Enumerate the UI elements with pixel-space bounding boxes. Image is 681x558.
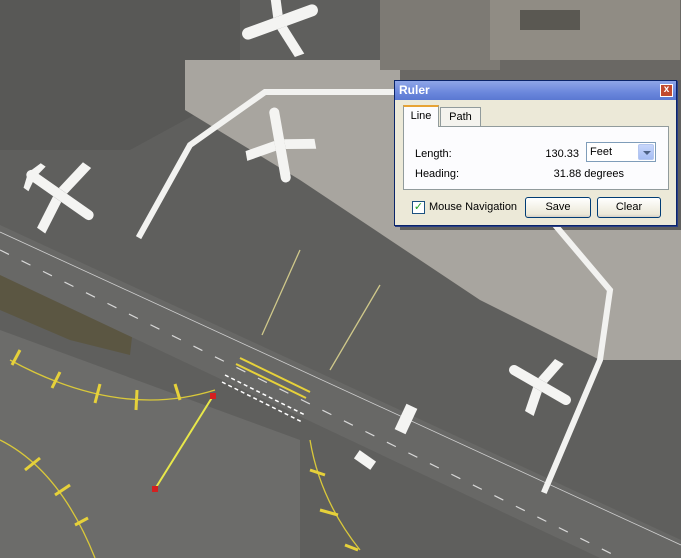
ruler-title: Ruler [399, 83, 430, 97]
unit-select[interactable]: Feet [586, 142, 656, 162]
ruler-title-bar[interactable]: Ruler x [395, 81, 676, 100]
ruler-dialog: Ruler x Line Path Length: 130.33 Feet He… [394, 80, 677, 226]
mouse-navigation-checkbox[interactable]: ✓ [412, 201, 425, 214]
ruler-end-point[interactable] [210, 393, 216, 399]
ruler-start-point[interactable] [152, 486, 158, 492]
tab-path[interactable]: Path [440, 107, 481, 127]
terminal-building [380, 0, 500, 70]
heading-value: 31.88 degrees [553, 168, 624, 180]
close-icon[interactable]: x [660, 84, 673, 97]
mouse-navigation-label[interactable]: Mouse Navigation [429, 201, 517, 213]
ruler-line-panel: Length: 130.33 Feet Heading: 31.88 degre… [403, 126, 669, 190]
chevron-down-icon[interactable] [638, 144, 654, 160]
unit-selected-value: Feet [590, 146, 613, 158]
tab-line[interactable]: Line [403, 105, 439, 127]
length-label: Length: [415, 148, 452, 160]
length-value: 130.33 [545, 148, 579, 160]
save-button[interactable]: Save [525, 197, 591, 218]
clear-button[interactable]: Clear [597, 197, 661, 218]
heading-label: Heading: [415, 168, 460, 180]
